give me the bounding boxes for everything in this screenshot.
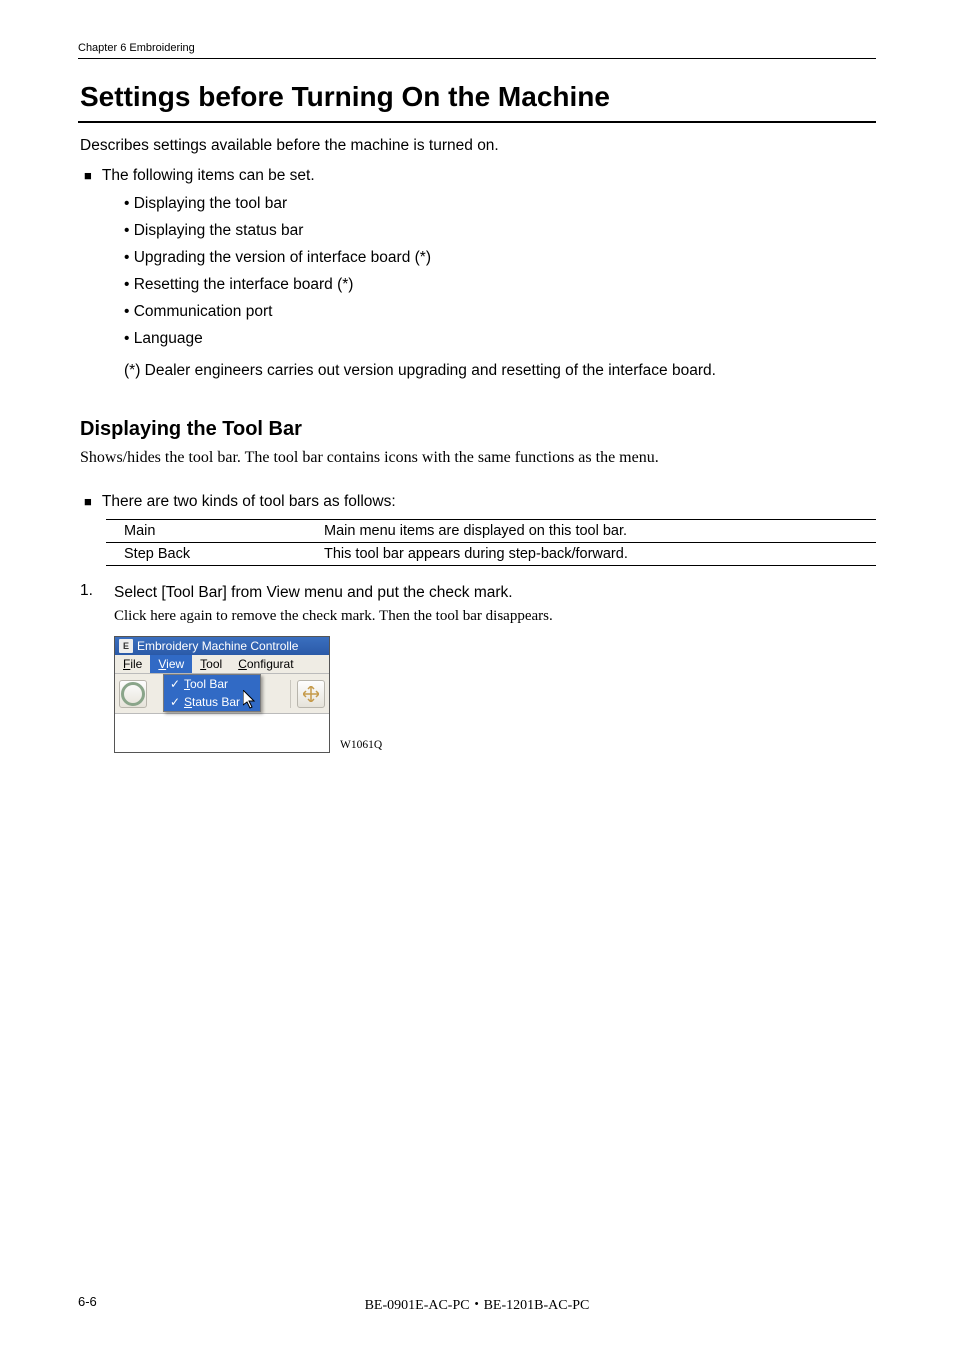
check-icon: ✓	[170, 695, 180, 709]
note-text: (*) Dealer engineers carries out version…	[78, 360, 876, 382]
two-kinds-text: There are two kinds of tool bars as foll…	[102, 491, 396, 513]
intro-text: Describes settings available before the …	[78, 137, 876, 155]
settings-bullet-list: Displaying the tool bar Displaying the s…	[78, 193, 876, 350]
running-head: Chapter 6 Embroidering	[78, 42, 876, 54]
figure-code: W1061Q	[338, 739, 382, 753]
step-1: 1. Select [Tool Bar] from View menu and …	[78, 582, 876, 604]
top-rule	[78, 58, 876, 59]
toolbar-power-button[interactable]	[119, 680, 147, 708]
section-heading: Displaying the Tool Bar	[78, 418, 876, 441]
tool-bar-area: ✓ Tool Bar ✓ Status Bar	[115, 674, 329, 714]
window-title: Embroidery Machine Controlle	[137, 639, 298, 653]
table-cell-name: Step Back	[124, 546, 324, 562]
menu-bar: File View Tool Configurat	[115, 655, 329, 674]
menu-configuration[interactable]: Configurat	[230, 655, 301, 673]
menu-file[interactable]: File	[115, 655, 150, 673]
list-item: Displaying the tool bar	[124, 193, 876, 215]
title-rule	[78, 121, 876, 123]
table-cell-desc: This tool bar appears during step-back/f…	[324, 546, 876, 562]
list-item: Communication port	[124, 301, 876, 323]
canvas-area	[115, 714, 329, 752]
toolbar-kinds-table: Main Main menu items are displayed on th…	[106, 519, 876, 566]
app-window: E Embroidery Machine Controlle File View…	[114, 636, 330, 753]
app-icon: E	[119, 639, 133, 653]
check-icon: ✓	[170, 677, 180, 691]
page-title: Settings before Turning On the Machine	[78, 81, 876, 113]
toolbar-separator	[290, 680, 291, 708]
list-item: Upgrading the version of interface board…	[124, 247, 876, 269]
step-text: Select [Tool Bar] from View menu and put…	[114, 582, 513, 604]
table-cell-name: Main	[124, 523, 324, 539]
mouse-cursor-icon	[243, 690, 257, 710]
can-set-text: The following items can be set.	[102, 165, 315, 187]
list-item: Language	[124, 328, 876, 350]
menu-view[interactable]: View	[150, 655, 192, 673]
section-description: Shows/hides the tool bar. The tool bar c…	[78, 447, 876, 469]
two-kinds-row: ■ There are two kinds of tool bars as fo…	[78, 491, 876, 513]
step-number: 1.	[80, 582, 98, 600]
list-item: Displaying the status bar	[124, 220, 876, 242]
can-set-row: ■ The following items can be set.	[78, 165, 876, 187]
table-cell-desc: Main menu items are displayed on this to…	[324, 523, 876, 539]
page-number: 6-6	[78, 1294, 97, 1309]
square-bullet-icon: ■	[84, 165, 92, 186]
list-item: Resetting the interface board (*)	[124, 274, 876, 296]
square-bullet-icon: ■	[84, 491, 92, 512]
footer-model: BE-0901E-AC-PC・BE-1201B-AC-PC	[78, 1294, 876, 1314]
menu-tool[interactable]: Tool	[192, 655, 230, 673]
page-footer: 6-6 BE-0901E-AC-PC・BE-1201B-AC-PC	[78, 1294, 876, 1309]
step-subtext: Click here again to remove the check mar…	[78, 606, 876, 626]
screenshot-figure: E Embroidery Machine Controlle File View…	[78, 636, 876, 753]
table-row: Step Back This tool bar appears during s…	[106, 542, 876, 565]
table-row: Main Main menu items are displayed on th…	[106, 520, 876, 542]
toolbar-move-button[interactable]	[297, 680, 325, 708]
window-titlebar: E Embroidery Machine Controlle	[115, 637, 329, 655]
